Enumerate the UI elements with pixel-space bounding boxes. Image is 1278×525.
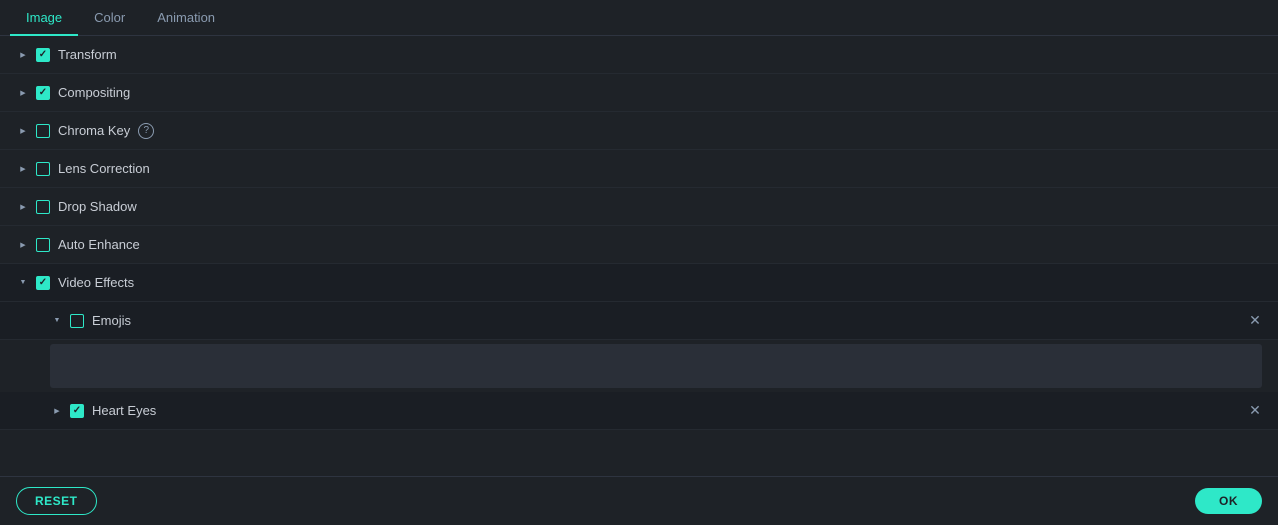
ok-button[interactable]: OK xyxy=(1195,488,1262,514)
section-drop-shadow-label: Drop Shadow xyxy=(58,199,137,214)
section-transform[interactable]: Transform xyxy=(0,36,1278,74)
chevron-heart-eyes-icon xyxy=(50,404,64,418)
sub-section-heart-eyes[interactable]: Heart Eyes ✕ xyxy=(0,392,1278,430)
section-chroma-key-label: Chroma Key xyxy=(58,123,130,138)
section-video-effects[interactable]: Video Effects xyxy=(0,264,1278,302)
checkbox-emojis[interactable] xyxy=(70,314,84,328)
sub-section-emojis[interactable]: Emojis ✕ xyxy=(0,302,1278,340)
section-drop-shadow[interactable]: Drop Shadow xyxy=(0,188,1278,226)
checkbox-drop-shadow[interactable] xyxy=(36,200,50,214)
checkbox-transform[interactable] xyxy=(36,48,50,62)
checkbox-lens-correction[interactable] xyxy=(36,162,50,176)
section-auto-enhance-label: Auto Enhance xyxy=(58,237,140,252)
tab-animation[interactable]: Animation xyxy=(141,0,231,35)
close-heart-eyes-icon[interactable]: ✕ xyxy=(1246,402,1264,420)
chevron-drop-shadow-icon xyxy=(16,200,30,214)
checkbox-video-effects[interactable] xyxy=(36,276,50,290)
emojis-content-area xyxy=(50,344,1262,388)
reset-button[interactable]: RESET xyxy=(16,487,97,515)
section-video-effects-label: Video Effects xyxy=(58,275,134,290)
chevron-emojis-icon xyxy=(50,314,64,328)
section-chroma-key[interactable]: Chroma Key ? xyxy=(0,112,1278,150)
close-emojis-icon[interactable]: ✕ xyxy=(1246,312,1264,330)
section-compositing-label: Compositing xyxy=(58,85,130,100)
sub-section-emojis-label: Emojis xyxy=(92,313,131,328)
tab-color[interactable]: Color xyxy=(78,0,141,35)
section-lens-correction-label: Lens Correction xyxy=(58,161,150,176)
tabs-bar: Image Color Animation xyxy=(0,0,1278,36)
section-transform-label: Transform xyxy=(58,47,117,62)
chevron-compositing-icon xyxy=(16,86,30,100)
checkbox-chroma-key[interactable] xyxy=(36,124,50,138)
chevron-lens-correction-icon xyxy=(16,162,30,176)
tab-image[interactable]: Image xyxy=(10,0,78,35)
chevron-chroma-key-icon xyxy=(16,124,30,138)
section-lens-correction[interactable]: Lens Correction xyxy=(0,150,1278,188)
chevron-auto-enhance-icon xyxy=(16,238,30,252)
section-compositing[interactable]: Compositing xyxy=(0,74,1278,112)
footer: RESET OK xyxy=(0,476,1278,525)
content-area: Transform Compositing Chroma Key ? Lens … xyxy=(0,36,1278,476)
checkbox-compositing[interactable] xyxy=(36,86,50,100)
checkbox-heart-eyes[interactable] xyxy=(70,404,84,418)
sub-section-heart-eyes-label: Heart Eyes xyxy=(92,403,156,418)
section-auto-enhance[interactable]: Auto Enhance xyxy=(0,226,1278,264)
checkbox-auto-enhance[interactable] xyxy=(36,238,50,252)
chevron-transform-icon xyxy=(16,48,30,62)
chevron-video-effects-icon xyxy=(16,276,30,290)
help-chroma-key-icon[interactable]: ? xyxy=(138,123,154,139)
